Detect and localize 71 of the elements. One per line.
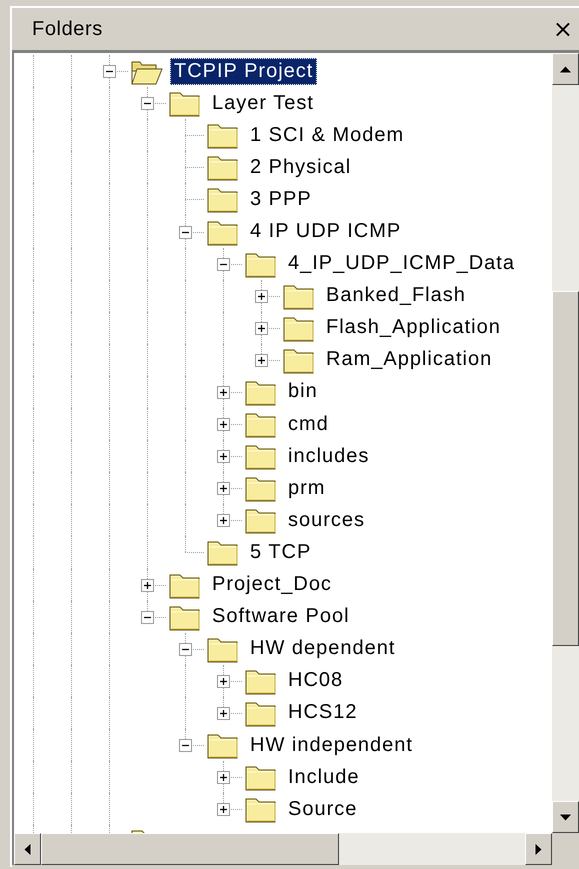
plus-icon bbox=[219, 676, 228, 686]
folder-label[interactable]: HCS12 bbox=[284, 699, 362, 726]
collapse-button[interactable] bbox=[141, 97, 154, 110]
collapse-button[interactable] bbox=[103, 65, 116, 78]
up-triangle-icon bbox=[560, 66, 571, 72]
folder-label[interactable]: 1 SCI & Modem bbox=[246, 122, 408, 149]
expand-button[interactable] bbox=[217, 482, 230, 496]
folder-label[interactable]: TCPIP Project bbox=[170, 58, 318, 85]
plus-icon bbox=[219, 388, 228, 397]
folder-label[interactable]: includes bbox=[284, 442, 374, 470]
folder-label[interactable]: sources bbox=[284, 506, 370, 534]
left-triangle-icon bbox=[24, 844, 31, 854]
plus-icon bbox=[143, 580, 152, 590]
expand-button[interactable] bbox=[217, 386, 230, 399]
folder-label[interactable]: cmd bbox=[284, 410, 333, 438]
folder-label[interactable]: Banked_Flash bbox=[322, 282, 470, 310]
plus-icon bbox=[219, 805, 228, 814]
collapse-button[interactable] bbox=[179, 226, 192, 239]
folder-label[interactable]: Project_Doc bbox=[208, 571, 336, 598]
folder-label[interactable]: prm bbox=[284, 474, 330, 502]
scroll-left-button[interactable] bbox=[14, 833, 41, 865]
folder-label[interactable]: HC08 bbox=[284, 667, 348, 694]
expand-button[interactable] bbox=[217, 418, 230, 432]
folder-label[interactable]: Source bbox=[284, 796, 362, 823]
down-triangle-icon bbox=[560, 814, 571, 820]
expand-button[interactable] bbox=[217, 803, 230, 816]
expand-button[interactable] bbox=[255, 290, 268, 303]
expand-button[interactable] bbox=[141, 578, 154, 592]
expand-button[interactable] bbox=[255, 322, 268, 335]
folder-label[interactable]: 4 IP UDP ICMP bbox=[246, 218, 406, 246]
plus-icon bbox=[257, 292, 266, 301]
collapse-button[interactable] bbox=[179, 642, 192, 656]
scroll-thumb[interactable] bbox=[41, 833, 339, 865]
folder-label[interactable]: Ram_Application bbox=[322, 346, 496, 374]
right-triangle-icon bbox=[535, 844, 542, 854]
scroll-thumb[interactable] bbox=[552, 291, 579, 646]
collapse-button[interactable] bbox=[217, 258, 230, 271]
expand-button[interactable] bbox=[217, 450, 230, 464]
plus-icon bbox=[257, 356, 266, 365]
folder-label[interactable]: 5 TCP bbox=[246, 538, 316, 566]
folder-label[interactable]: 4_IP_UDP_ICMP_Data bbox=[284, 250, 519, 278]
folder-label[interactable]: 3 PPP bbox=[246, 186, 316, 213]
collapse-button[interactable] bbox=[179, 739, 192, 752]
folder-label[interactable]: Software Pool bbox=[208, 603, 354, 630]
plus-icon bbox=[219, 484, 228, 494]
scroll-down-button[interactable] bbox=[552, 801, 579, 833]
plus-icon bbox=[219, 420, 228, 430]
folder-label[interactable]: 2 Physical bbox=[246, 154, 356, 181]
vertical-scrollbar[interactable] bbox=[552, 53, 579, 833]
scroll-up-button[interactable] bbox=[552, 53, 579, 85]
collapse-button[interactable] bbox=[141, 610, 154, 624]
folder-label[interactable]: Layer Test bbox=[208, 90, 318, 117]
expand-button[interactable] bbox=[217, 674, 230, 688]
expand-button[interactable] bbox=[217, 771, 230, 784]
plus-icon bbox=[257, 324, 266, 333]
close-button[interactable]: × bbox=[546, 15, 579, 43]
folder-label[interactable]: Include bbox=[284, 764, 364, 791]
expand-button[interactable] bbox=[217, 706, 230, 720]
plus-icon bbox=[219, 516, 228, 526]
folder-label[interactable]: bin bbox=[284, 378, 322, 406]
scroll-right-button[interactable] bbox=[525, 833, 552, 865]
folder-label[interactable]: HW dependent bbox=[246, 635, 400, 662]
plus-icon bbox=[219, 452, 228, 462]
expand-button[interactable] bbox=[255, 354, 268, 367]
panel-title: Folders bbox=[32, 18, 103, 40]
folder-label[interactable]: Flash_Application bbox=[322, 314, 505, 342]
expand-button[interactable] bbox=[217, 514, 230, 528]
plus-icon bbox=[219, 773, 228, 782]
horizontal-scrollbar[interactable] bbox=[14, 833, 552, 865]
plus-icon bbox=[219, 708, 228, 718]
folder-label[interactable]: HW independent bbox=[246, 732, 417, 759]
